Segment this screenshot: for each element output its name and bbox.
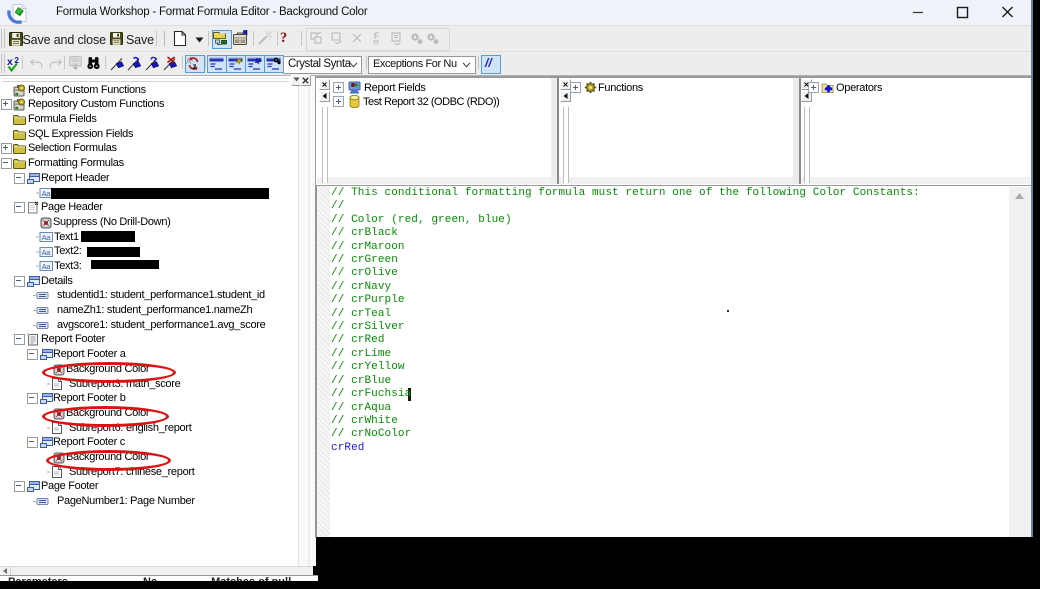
svg-text:Aa: Aa — [42, 262, 52, 271]
svg-text:Aa: Aa — [42, 247, 52, 256]
svg-text:x: x — [7, 56, 13, 68]
svg-text:z: z — [193, 62, 197, 71]
svg-text:Aa: Aa — [42, 189, 52, 198]
svg-text:Aa: Aa — [42, 233, 52, 242]
